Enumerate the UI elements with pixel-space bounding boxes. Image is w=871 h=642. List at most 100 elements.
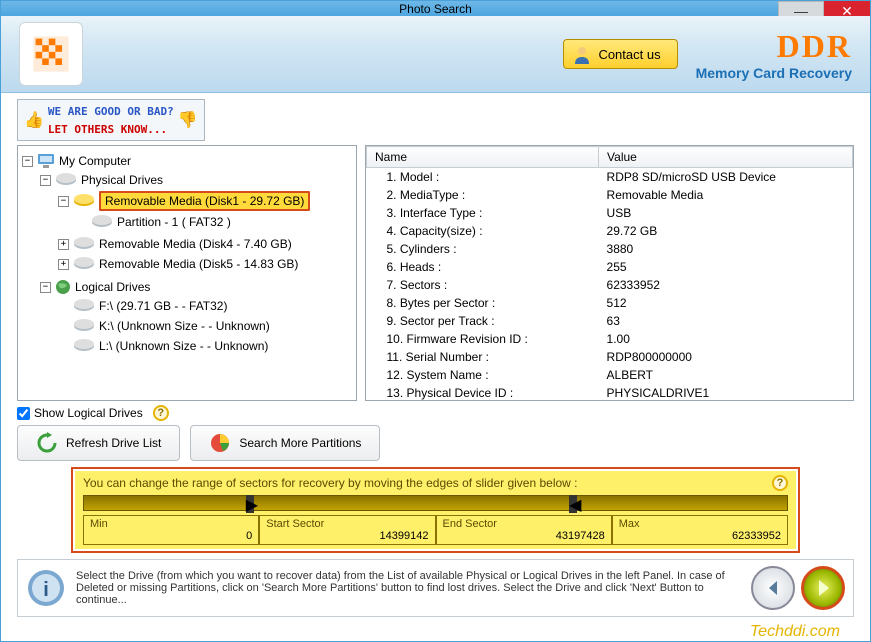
collapse-icon[interactable]: − <box>40 175 51 186</box>
drive-icon <box>91 215 113 229</box>
collapse-icon[interactable]: − <box>58 196 69 207</box>
prop-value: Removable Media <box>599 186 853 204</box>
refresh-drive-list-button[interactable]: Refresh Drive List <box>17 425 180 461</box>
prop-value: 3880 <box>599 240 853 258</box>
show-logical-input[interactable] <box>17 407 30 420</box>
gold-drive-icon <box>73 194 95 208</box>
min-value: 0 <box>90 530 252 542</box>
help-icon[interactable]: ? <box>153 405 169 421</box>
drive-icon <box>73 339 95 353</box>
prop-name: 6. Heads : <box>367 258 599 276</box>
tree-drive-k[interactable]: K:\ (Unknown Size - - Unknown) <box>58 318 352 334</box>
tree-drive-f[interactable]: F:\ (29.71 GB - - FAT32) <box>58 298 352 314</box>
drive-icon <box>73 319 95 333</box>
tree-drive-l[interactable]: L:\ (Unknown Size - - Unknown) <box>58 338 352 354</box>
prop-name: 9. Sector per Track : <box>367 312 599 330</box>
col-value[interactable]: Value <box>599 147 853 168</box>
table-row[interactable]: 13. Physical Device ID :PHYSICALDRIVE1 <box>367 384 853 401</box>
table-row[interactable]: 11. Serial Number :RDP800000000 <box>367 348 853 366</box>
collapse-icon[interactable]: − <box>40 282 51 293</box>
contact-us-button[interactable]: Contact us <box>563 39 677 69</box>
prop-value: USB <box>599 204 853 222</box>
prop-name: 7. Sectors : <box>367 276 599 294</box>
collapse-icon[interactable]: − <box>22 156 33 167</box>
table-row[interactable]: 12. System Name :ALBERT <box>367 366 853 384</box>
drive-tree[interactable]: − My Computer − Physical Drives <box>17 145 357 401</box>
table-row[interactable]: 7. Sectors :62333952 <box>367 276 853 294</box>
prop-name: 4. Capacity(size) : <box>367 222 599 240</box>
contact-us-label: Contact us <box>598 47 660 62</box>
table-row[interactable]: 10. Firmware Revision ID :1.00 <box>367 330 853 348</box>
prop-name: 1. Model : <box>367 168 599 187</box>
prop-value: 255 <box>599 258 853 276</box>
tree-disk5[interactable]: + Removable Media (Disk5 - 14.83 GB) <box>58 256 352 272</box>
rate-us-box[interactable]: 👍 WE ARE GOOD OR BAD? LET OTHERS KNOW...… <box>17 99 205 141</box>
tree-disk4-label: Removable Media (Disk4 - 7.40 GB) <box>99 237 292 251</box>
prop-name: 13. Physical Device ID : <box>367 384 599 401</box>
col-name[interactable]: Name <box>367 147 599 168</box>
slider-handle-end[interactable]: ◀ <box>569 495 577 513</box>
prop-value: 29.72 GB <box>599 222 853 240</box>
svg-text:i: i <box>43 579 49 601</box>
search-more-label: Search More Partitions <box>239 436 361 450</box>
prop-name: 11. Serial Number : <box>367 348 599 366</box>
tree-logical[interactable]: − Logical Drives <box>40 278 352 296</box>
end-value: 43197428 <box>443 530 605 542</box>
prop-value: RDP800000000 <box>599 348 853 366</box>
table-row[interactable]: 8. Bytes per Sector :512 <box>367 294 853 312</box>
drive-icon <box>73 299 95 313</box>
max-label: Max <box>619 518 640 530</box>
refresh-label: Refresh Drive List <box>66 436 161 450</box>
tree-drive-f-label: F:\ (29.71 GB - - FAT32) <box>99 299 227 313</box>
prop-value: ALBERT <box>599 366 853 384</box>
search-more-partitions-button[interactable]: Search More Partitions <box>190 425 380 461</box>
back-button[interactable] <box>751 566 795 610</box>
prop-name: 10. Firmware Revision ID : <box>367 330 599 348</box>
person-icon <box>572 44 592 64</box>
table-row[interactable]: 4. Capacity(size) :29.72 GB <box>367 222 853 240</box>
tree-physical[interactable]: − Physical Drives <box>40 172 352 188</box>
expand-icon[interactable]: + <box>58 259 69 270</box>
slider-handle-start[interactable]: ▶ <box>246 495 254 513</box>
slider-message: You can change the range of sectors for … <box>83 476 578 490</box>
drive-icon <box>73 257 95 271</box>
thumb-up-icon: 👍 <box>24 110 44 130</box>
tree-disk1-partition[interactable]: Partition - 1 ( FAT32 ) <box>76 214 352 230</box>
table-row[interactable]: 9. Sector per Track :63 <box>367 312 853 330</box>
drive-icon <box>73 237 95 251</box>
table-row[interactable]: 3. Interface Type :USB <box>367 204 853 222</box>
end-label: End Sector <box>443 518 497 530</box>
show-logical-label: Show Logical Drives <box>34 406 143 420</box>
brand-title: DDR <box>696 28 852 65</box>
show-logical-checkbox[interactable]: Show Logical Drives <box>17 406 143 420</box>
table-row[interactable]: 5. Cylinders :3880 <box>367 240 853 258</box>
pie-icon <box>209 432 231 454</box>
help-icon[interactable]: ? <box>772 475 788 491</box>
info-icon: i <box>26 568 66 608</box>
instruction-bar: i Select the Drive (from which you want … <box>17 559 854 617</box>
tree-drive-k-label: K:\ (Unknown Size - - Unknown) <box>99 319 270 333</box>
tree-disk4[interactable]: + Removable Media (Disk4 - 7.40 GB) <box>58 236 352 252</box>
prop-value: PHYSICALDRIVE1 <box>599 384 853 401</box>
table-row[interactable]: 2. MediaType :Removable Media <box>367 186 853 204</box>
window-title: Photo Search <box>1 2 870 16</box>
tree-root[interactable]: − My Computer <box>22 152 352 170</box>
prop-value: 1.00 <box>599 330 853 348</box>
prop-name: 8. Bytes per Sector : <box>367 294 599 312</box>
app-logo <box>19 22 83 86</box>
tree-disk1-part-label: Partition - 1 ( FAT32 ) <box>117 215 231 229</box>
watermark: Techddi.com <box>1 623 870 641</box>
properties-table: Name Value 1. Model :RDP8 SD/microSD USB… <box>365 145 854 401</box>
tree-root-label: My Computer <box>59 154 131 168</box>
tree-disk1[interactable]: − Removable Media (Disk1 - 29.72 GB) <box>58 190 352 212</box>
next-button[interactable] <box>801 566 845 610</box>
tree-physical-label: Physical Drives <box>81 173 163 187</box>
prop-name: 5. Cylinders : <box>367 240 599 258</box>
thumb-down-icon: 👎 <box>178 110 198 130</box>
sector-slider[interactable]: ▶ ◀ <box>83 495 788 511</box>
expand-icon[interactable]: + <box>58 239 69 250</box>
drive-icon <box>55 173 77 187</box>
min-label: Min <box>90 518 108 530</box>
table-row[interactable]: 6. Heads :255 <box>367 258 853 276</box>
table-row[interactable]: 1. Model :RDP8 SD/microSD USB Device <box>367 168 853 187</box>
